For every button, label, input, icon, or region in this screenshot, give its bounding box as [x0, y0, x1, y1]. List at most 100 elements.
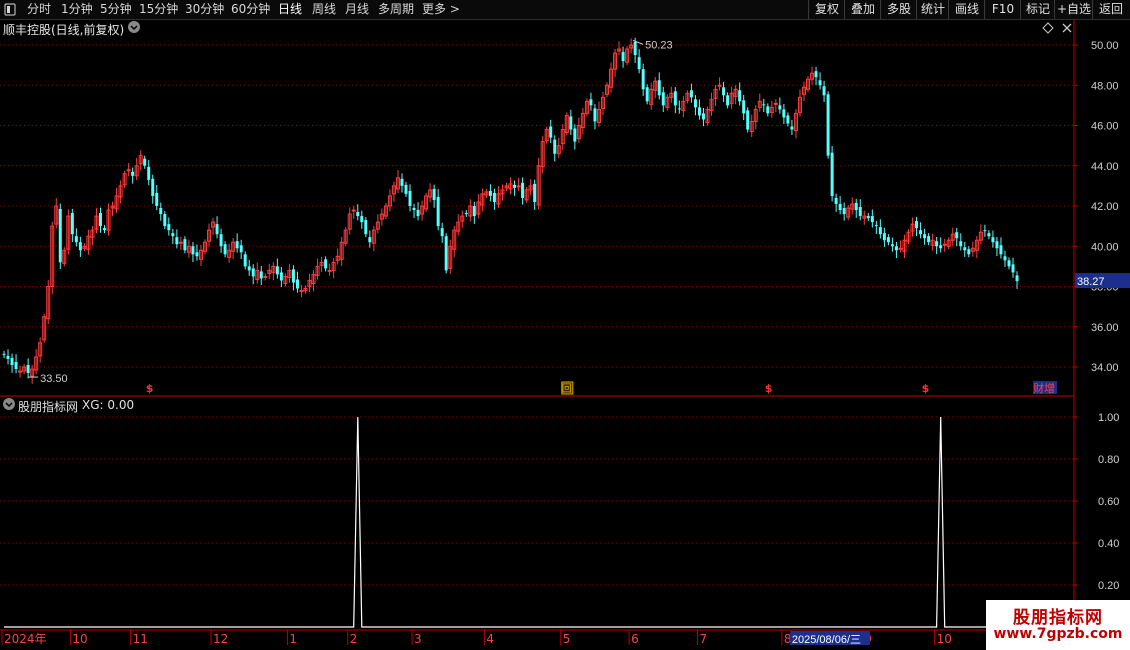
candle-body: [657, 80, 661, 96]
candle: [476, 194, 481, 219]
candle-body: [488, 190, 492, 196]
candle: [850, 197, 855, 215]
candle-body: [235, 241, 239, 249]
candle: [508, 177, 513, 195]
candle: [416, 202, 420, 221]
candle-body: [830, 152, 834, 196]
candle-body: [963, 247, 967, 251]
candle-body: [661, 92, 665, 106]
candle: [400, 173, 404, 193]
candle-body: [814, 71, 818, 78]
candle: [26, 358, 30, 379]
candle: [890, 237, 894, 252]
candle: [697, 99, 701, 120]
candle-body: [589, 99, 593, 106]
candle-body: [159, 208, 163, 215]
candle: [2, 350, 6, 358]
candle-body: [742, 100, 746, 114]
candle-body: [400, 178, 404, 186]
candle: [786, 112, 790, 127]
candle: [963, 241, 967, 257]
ind-y-tick-label: 0.60: [1098, 496, 1119, 508]
candle-body: [641, 69, 645, 90]
xg-series-line: [4, 416, 1017, 628]
candle: [733, 85, 738, 105]
diamond-icon[interactable]: [1042, 21, 1054, 38]
candle-body: [215, 224, 219, 235]
candle-body: [243, 254, 247, 267]
event-marker[interactable]: 财增: [1033, 381, 1055, 395]
event-marker[interactable]: 回: [562, 383, 572, 395]
candle: [223, 241, 227, 258]
candle-body: [886, 237, 890, 243]
candle-body: [818, 80, 822, 86]
candle: [324, 256, 328, 272]
candle-body: [171, 233, 175, 237]
stock-title: 顺丰控股(日线,前复权): [3, 23, 125, 37]
candle: [637, 49, 641, 74]
indicator-title[interactable]: 股朋指标网: [18, 398, 78, 415]
candle: [504, 182, 509, 191]
event-marker[interactable]: $: [922, 382, 930, 395]
candle-body: [593, 108, 597, 122]
candle: [472, 201, 476, 224]
title-chevron-icon[interactable]: [127, 20, 141, 37]
candle-body: [782, 109, 786, 118]
candle: [271, 262, 276, 281]
candle: [279, 266, 283, 288]
candle-body: [858, 207, 862, 217]
candle: [436, 189, 440, 231]
candle-body: [1007, 260, 1011, 267]
candle-body: [633, 41, 637, 56]
candle: [408, 184, 412, 212]
candle-body: [259, 271, 263, 279]
event-marker[interactable]: $: [765, 382, 773, 395]
candle: [30, 364, 35, 384]
candle: [452, 225, 457, 258]
candle: [480, 188, 485, 212]
candle-body: [183, 239, 187, 251]
date-tick-label: 6: [631, 632, 639, 646]
candle: [749, 114, 754, 137]
candle: [267, 263, 272, 279]
candle: [183, 236, 187, 254]
candle: [331, 258, 336, 279]
candle: [171, 228, 175, 245]
candle: [360, 210, 364, 229]
candle-body: [327, 269, 332, 272]
candle: [211, 217, 216, 235]
candle: [513, 180, 517, 196]
candle: [94, 208, 99, 234]
candle-body: [408, 190, 412, 206]
candle: [364, 217, 368, 238]
candle: [335, 248, 340, 265]
event-marker[interactable]: $: [146, 382, 154, 395]
candle: [649, 82, 654, 110]
candle: [553, 135, 557, 162]
candle-body: [999, 245, 1003, 255]
candle: [10, 353, 14, 373]
close-icon[interactable]: [1061, 21, 1073, 38]
candle-body: [569, 116, 573, 130]
candle-body: [870, 216, 874, 223]
candle-body: [78, 242, 82, 251]
candle: [653, 76, 658, 99]
candle-body: [549, 126, 553, 138]
candle: [838, 196, 842, 215]
candle: [814, 66, 818, 86]
date-tick-label: 2: [350, 632, 358, 646]
candle-body: [239, 245, 243, 253]
candle: [147, 160, 151, 186]
candle-body: [822, 86, 826, 96]
kline-chart[interactable]: 50.23 33.50 $ 回 $ $ 财增 50.00 48.00 46.00 44.00 42.…: [0, 0, 1130, 650]
candle-body: [645, 87, 649, 102]
candle: [191, 242, 195, 263]
candle-body: [738, 90, 742, 102]
candle: [516, 178, 521, 192]
candle-body: [621, 52, 625, 62]
candle: [295, 271, 299, 293]
candle-body: [722, 87, 726, 96]
candle: [456, 214, 461, 236]
indicator-chevron-icon[interactable]: [2, 397, 16, 414]
candle: [90, 225, 95, 246]
